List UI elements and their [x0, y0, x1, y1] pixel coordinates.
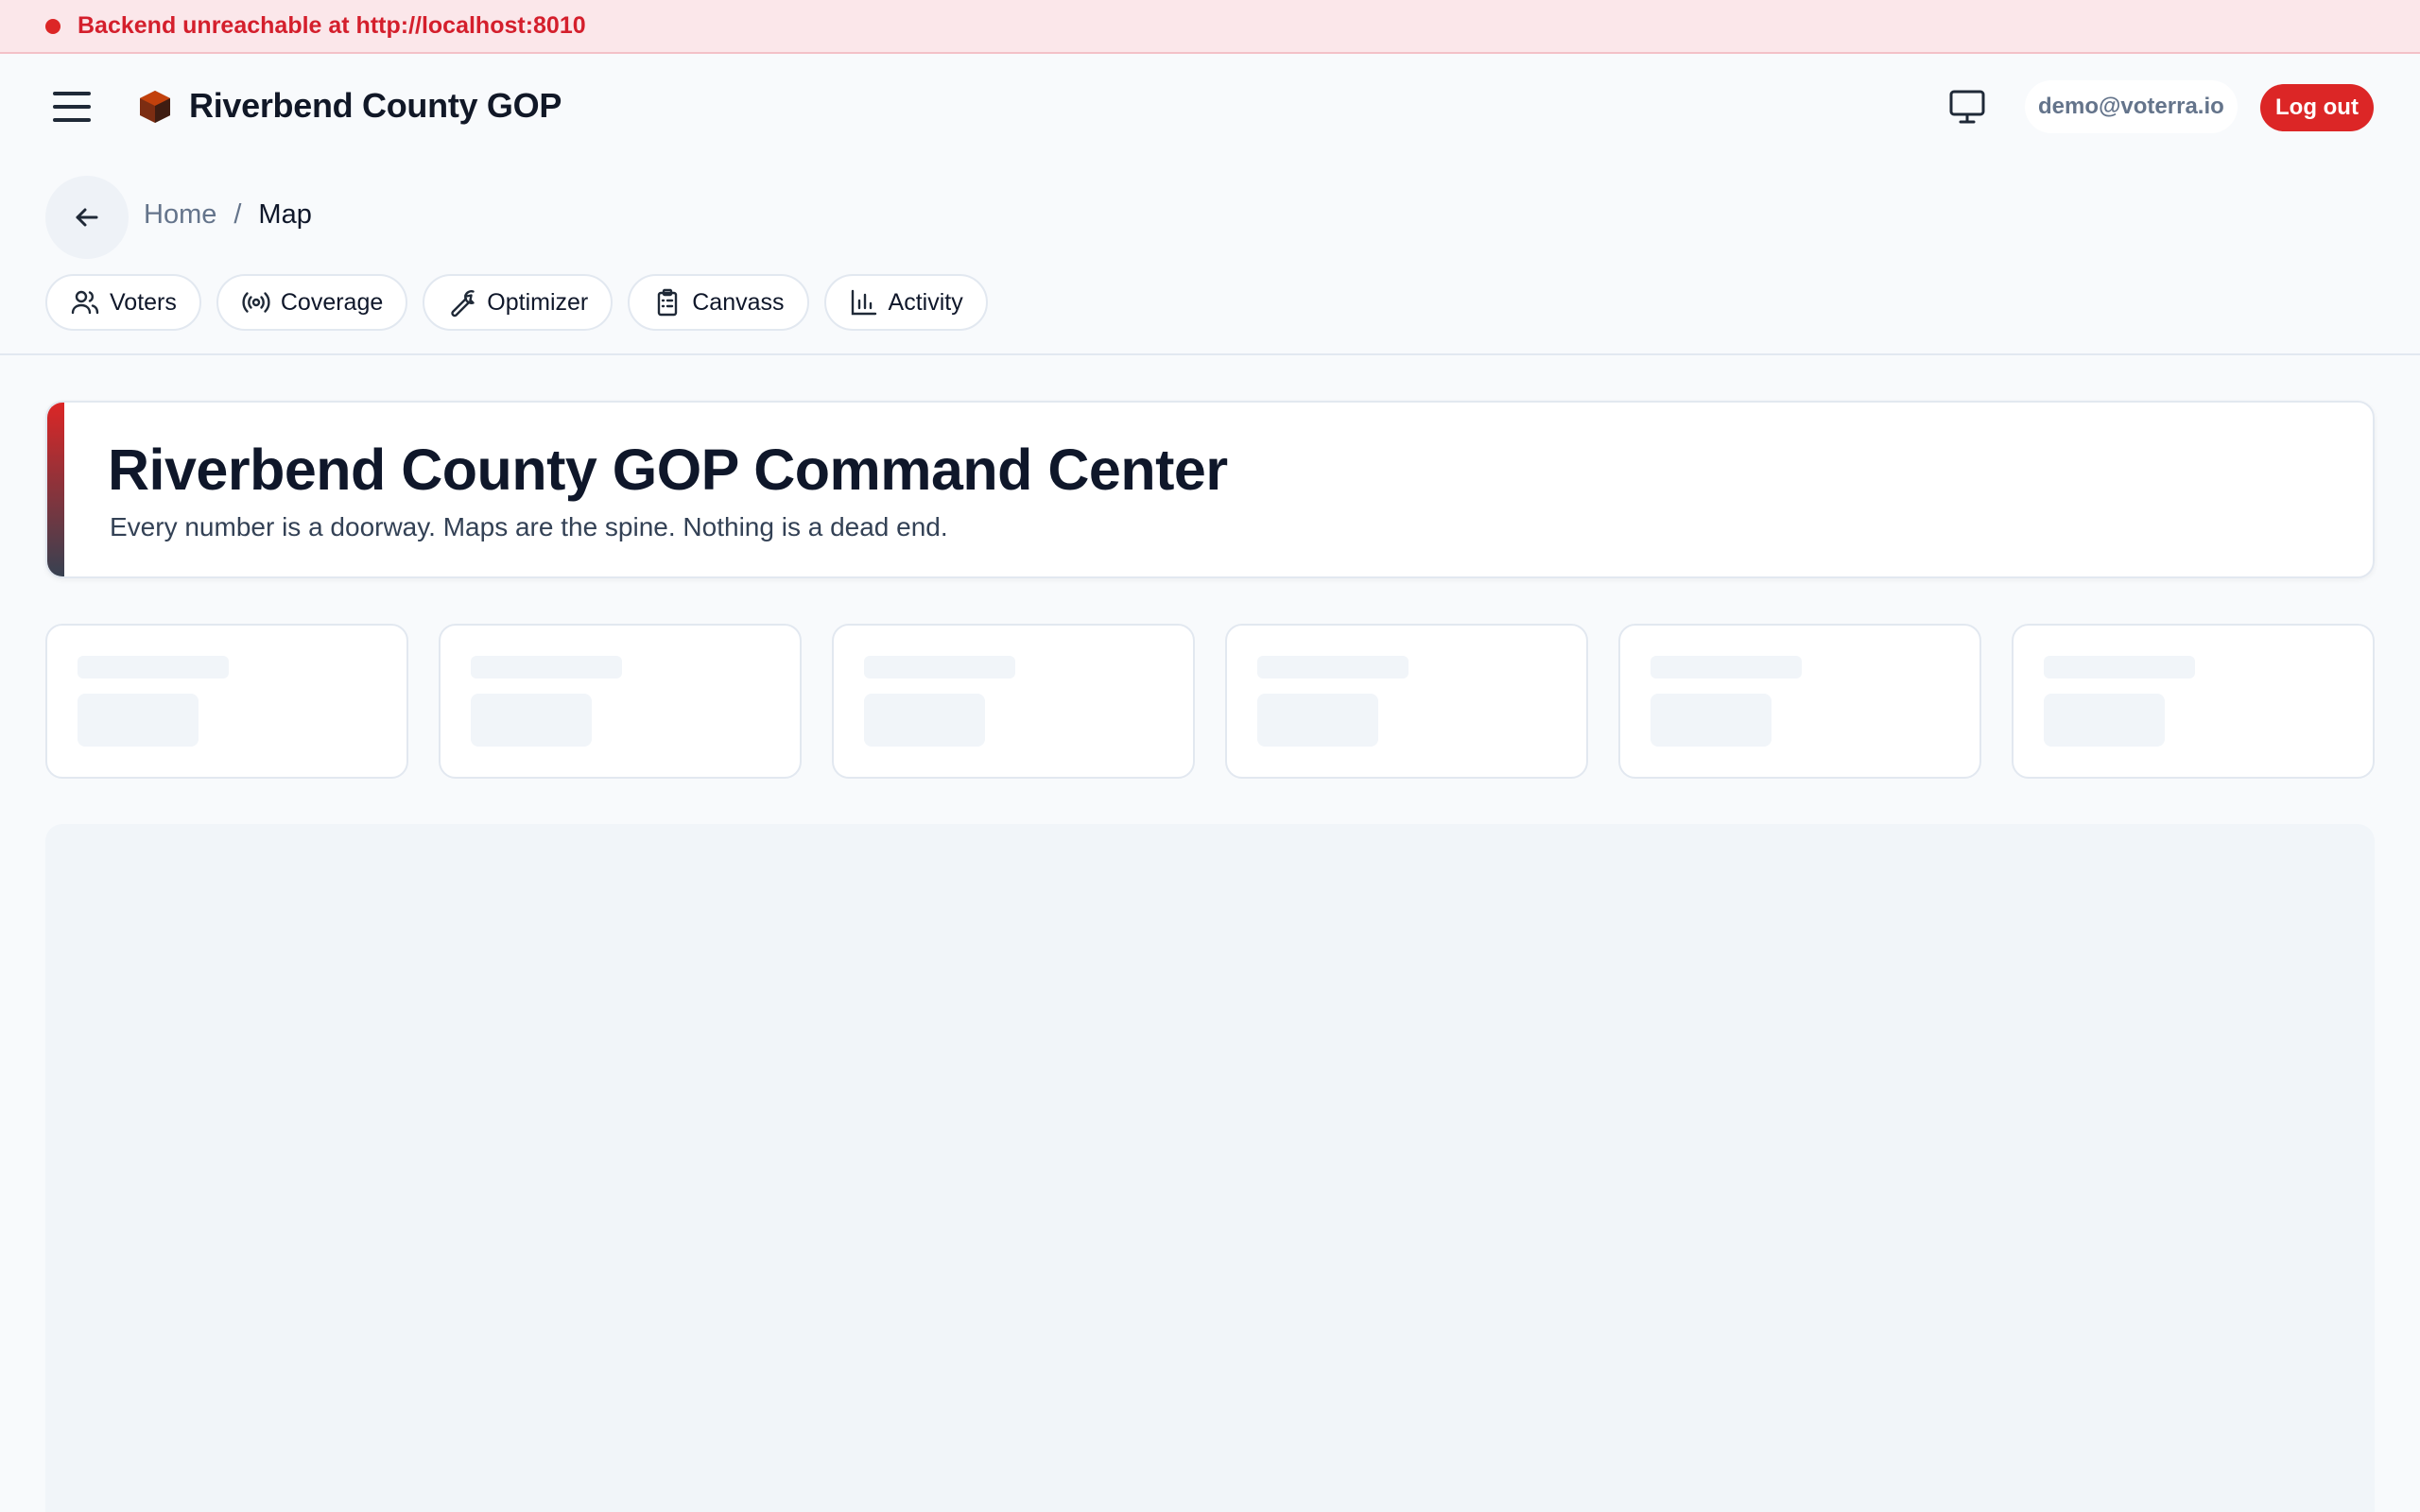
error-message: Backend unreachable at http://localhost:… — [78, 12, 586, 39]
page-subtitle: Every number is a doorway. Maps are the … — [110, 512, 948, 541]
nav-divider — [0, 353, 2420, 355]
breadcrumb: Home / Map — [144, 199, 312, 231]
skeleton-line — [471, 656, 622, 679]
nav-voters[interactable]: Voters — [45, 274, 201, 331]
error-status-icon — [45, 18, 60, 34]
breadcrumb-home-link[interactable]: Home — [144, 199, 216, 231]
back-button[interactable] — [45, 176, 129, 259]
monitor-icon[interactable] — [1947, 88, 1987, 126]
nav-label: Voters — [110, 288, 177, 316]
broadcast-icon — [242, 292, 270, 313]
section-nav: Voters Coverage Optimizer Canvass Activi… — [45, 274, 988, 331]
bar-chart-icon — [851, 289, 876, 316]
users-icon — [71, 290, 99, 315]
skeleton-block — [1257, 694, 1378, 747]
nav-label: Coverage — [280, 288, 384, 316]
wrench-icon — [451, 290, 475, 318]
nav-label: Optimizer — [487, 288, 589, 316]
map-canvas[interactable] — [45, 824, 2375, 1512]
nav-coverage[interactable]: Coverage — [216, 274, 408, 331]
command-center-header: Riverbend County GOP Command Center Ever… — [45, 401, 2375, 578]
skeleton-line — [864, 656, 1015, 679]
stat-card-loading — [1618, 624, 1981, 779]
logout-button[interactable]: Log out — [2260, 84, 2374, 131]
skeleton-block — [1651, 694, 1772, 747]
nav-optimizer[interactable]: Optimizer — [423, 274, 614, 331]
hamburger-menu-icon[interactable] — [53, 92, 91, 122]
skeleton-block — [864, 694, 985, 747]
skeleton-line — [1257, 656, 1409, 679]
nav-activity[interactable]: Activity — [823, 274, 988, 331]
nav-label: Activity — [888, 288, 963, 316]
skeleton-line — [1651, 656, 1802, 679]
breadcrumb-current: Map — [258, 199, 312, 230]
app-header: Riverbend County GOP demo@voterra.io Log… — [0, 54, 2420, 160]
arrow-left-icon — [76, 208, 98, 227]
stat-card-loading — [439, 624, 802, 779]
stat-card-loading — [2012, 624, 2375, 779]
breadcrumb-separator: / — [233, 199, 242, 230]
skeleton-block — [2044, 694, 2165, 747]
stat-card-loading — [1225, 624, 1588, 779]
clipboard-icon — [658, 288, 678, 317]
skeleton-block — [471, 694, 592, 747]
brand-title: Riverbend County GOP — [189, 86, 562, 125]
nav-label: Canvass — [692, 288, 785, 316]
user-email[interactable]: demo@voterra.io — [2025, 80, 2238, 133]
skeleton-line — [2044, 656, 2195, 679]
stat-card-loading — [832, 624, 1195, 779]
hero-accent-bar — [47, 403, 64, 576]
nav-canvass[interactable]: Canvass — [628, 274, 809, 331]
hexagon-logo-icon — [140, 91, 170, 123]
error-banner: Backend unreachable at http://localhost:… — [0, 0, 2420, 54]
stat-card-loading — [45, 624, 408, 779]
skeleton-line — [78, 656, 229, 679]
skeleton-block — [78, 694, 199, 747]
page-title: Riverbend County GOP Command Center — [108, 438, 1228, 502]
